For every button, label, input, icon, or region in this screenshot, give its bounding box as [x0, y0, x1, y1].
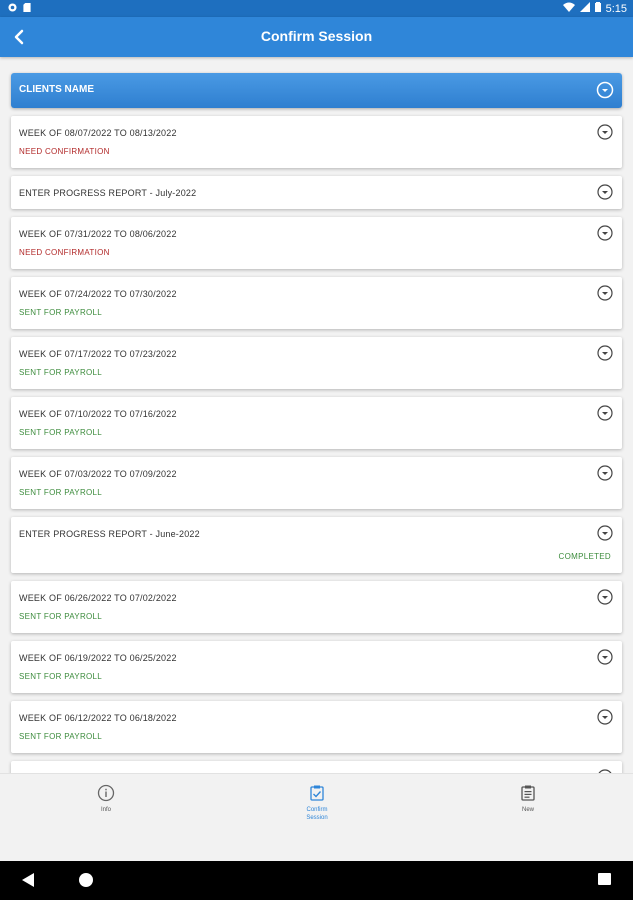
session-title: WEEK OF 07/03/2022 TO 07/09/2022	[19, 469, 177, 479]
system-back-icon[interactable]	[21, 872, 35, 893]
session-status: SENT FOR PAYROLL	[19, 612, 103, 621]
session-title: WEEK OF 07/17/2022 TO 07/23/2022	[19, 349, 177, 359]
sd-card-icon	[23, 3, 31, 15]
session-status: SENT FOR PAYROLL	[19, 732, 103, 741]
session-title: ENTER PROGRESS REPORT - July-2022	[19, 188, 197, 198]
confirm-session-icon	[310, 785, 324, 801]
status-bar: 5:15	[0, 0, 633, 17]
nav-item-confirm-session[interactable]: Confirm Session	[277, 784, 357, 822]
notification-icon	[8, 3, 17, 15]
session-card[interactable]: ENTER PROGRESS REPORT - July-2022	[11, 176, 622, 209]
session-list: WEEK OF 08/07/2022 TO 08/13/2022 NEED CO…	[11, 116, 622, 773]
session-card[interactable]: ENTER PROGRESS REPORT - June-2022 COMPLE…	[11, 517, 622, 573]
nav-label: New	[521, 807, 534, 813]
info-icon	[97, 784, 115, 802]
chevron-down-circle-icon[interactable]	[597, 589, 613, 605]
system-nav-bar	[0, 861, 633, 900]
chevron-down-circle-icon[interactable]	[597, 709, 613, 725]
session-title: WEEK OF 07/31/2022 TO 08/06/2022	[19, 229, 177, 239]
session-card[interactable]: WEEK OF 07/24/2022 TO 07/30/2022 SENT FO…	[11, 277, 622, 329]
chevron-down-circle-icon[interactable]	[597, 525, 613, 541]
clipboard-icon	[521, 785, 535, 801]
session-card[interactable]: WEEK OF 06/26/2022 TO 07/02/2022 SENT FO…	[11, 581, 622, 633]
chevron-down-circle-icon[interactable]	[597, 124, 613, 140]
session-card[interactable]: WEEK OF 08/07/2022 TO 08/13/2022 NEED CO…	[11, 116, 622, 168]
nav-label: Info	[100, 807, 111, 813]
chevron-down-circle-icon[interactable]	[597, 285, 613, 301]
session-title: WEEK OF 06/12/2022 TO 06/18/2022	[19, 713, 177, 723]
session-content[interactable]: CLIENTS NAME WEEK OF 08/07/2022 TO 08/13…	[0, 57, 633, 773]
chevron-down-circle-icon[interactable]	[597, 405, 613, 421]
session-title: WEEK OF 06/26/2022 TO 07/02/2022	[19, 593, 177, 603]
nav-item-info[interactable]: Info	[66, 784, 146, 814]
session-status: NEED CONFIRMATION	[19, 248, 110, 257]
session-title: WEEK OF 07/24/2022 TO 07/30/2022	[19, 289, 177, 299]
battery-icon	[594, 2, 601, 15]
chevron-down-circle-icon[interactable]	[597, 465, 613, 481]
chevron-down-circle-icon[interactable]	[597, 225, 613, 241]
page-title: Confirm Session	[260, 28, 373, 44]
session-card[interactable]: WEEK OF 06/12/2022 TO 06/18/2022 SENT FO…	[11, 701, 622, 753]
bottom-nav: Info Confirm Session New	[0, 773, 633, 862]
session-status: NEED CONFIRMATION	[19, 147, 110, 156]
system-home-icon[interactable]	[78, 872, 94, 893]
session-card[interactable]: WEEK OF 06/19/2022 TO 06/25/2022 SENT FO…	[11, 641, 622, 693]
session-status: SENT FOR PAYROLL	[19, 428, 103, 437]
nav-item-new[interactable]: New	[488, 784, 568, 814]
session-status: SENT FOR PAYROLL	[19, 308, 103, 317]
session-card[interactable]	[11, 761, 622, 773]
session-status: SENT FOR PAYROLL	[19, 368, 103, 377]
chevron-down-circle-icon[interactable]	[596, 81, 614, 99]
session-status: SENT FOR PAYROLL	[19, 672, 103, 681]
chevron-down-circle-icon[interactable]	[597, 345, 613, 361]
session-status: COMPLETED	[558, 552, 611, 561]
session-status: SENT FOR PAYROLL	[19, 488, 103, 497]
signal-icon	[579, 2, 590, 15]
client-header[interactable]: CLIENTS NAME	[11, 73, 622, 108]
session-title: WEEK OF 08/07/2022 TO 08/13/2022	[19, 128, 177, 138]
session-card[interactable]: WEEK OF 07/03/2022 TO 07/09/2022 SENT FO…	[11, 457, 622, 509]
session-title: WEEK OF 06/19/2022 TO 06/25/2022	[19, 653, 177, 663]
session-title: ENTER PROGRESS REPORT - June-2022	[19, 529, 200, 539]
client-name-label: CLIENTS NAME	[19, 84, 94, 95]
status-time: 5:15	[605, 2, 627, 15]
session-title: WEEK OF 07/10/2022 TO 07/16/2022	[19, 409, 177, 419]
session-card[interactable]: WEEK OF 07/31/2022 TO 08/06/2022 NEED CO…	[11, 217, 622, 269]
wifi-icon	[562, 2, 575, 15]
app-bar: Confirm Session	[0, 17, 633, 57]
session-card[interactable]: WEEK OF 07/10/2022 TO 07/16/2022 SENT FO…	[11, 397, 622, 449]
nav-label: Confirm Session	[306, 807, 328, 821]
chevron-down-circle-icon[interactable]	[597, 184, 613, 200]
system-recents-icon[interactable]	[598, 872, 611, 891]
session-card[interactable]: WEEK OF 07/17/2022 TO 07/23/2022 SENT FO…	[11, 337, 622, 389]
chevron-down-circle-icon[interactable]	[597, 649, 613, 665]
